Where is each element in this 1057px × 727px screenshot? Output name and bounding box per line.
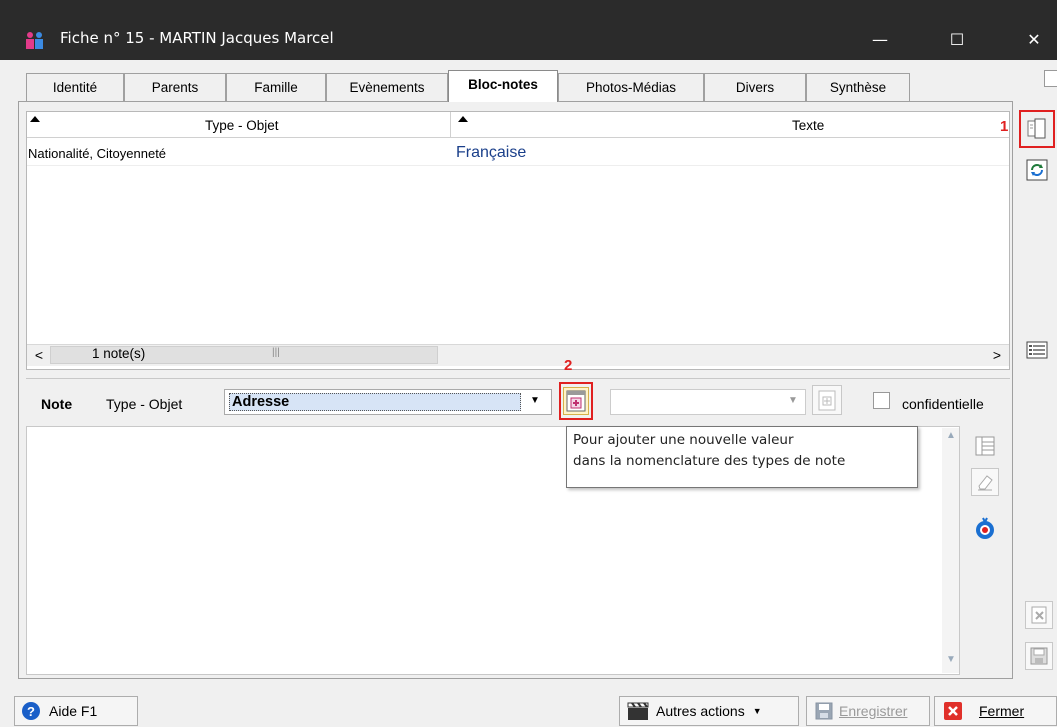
section-divider [26, 378, 1010, 379]
clapperboard-icon [627, 702, 649, 720]
close-icon [944, 702, 962, 720]
annotation-1: 1 [1000, 118, 1009, 135]
other-actions-button[interactable]: Autres actions ▼ [619, 696, 799, 726]
tooltip-line-1: Pour ajouter une nouvelle valeur [573, 432, 794, 448]
help-icon: ? [22, 702, 40, 720]
type-objet-label: Type - Objet [106, 396, 183, 412]
tooltip-line-2: dans la nomenclature des types de note [573, 453, 846, 469]
scroll-right-icon[interactable]: > [988, 347, 1006, 363]
chevron-down-icon: ▼ [752, 706, 762, 716]
save-button-label: Enregistrer [839, 703, 908, 719]
column-header-type[interactable]: Type - Objet [205, 118, 279, 133]
help-button-label: Aide F1 [49, 703, 98, 719]
window-title: Fiche n° 15 - MARTIN Jacques Marcel [60, 29, 334, 47]
vertical-scrollbar[interactable] [942, 428, 959, 673]
new-note-button[interactable] [1023, 115, 1051, 143]
row-separator [27, 165, 1009, 166]
add-value-button-disabled[interactable] [812, 385, 842, 415]
note-label: Note [41, 396, 73, 412]
save-button[interactable]: Enregistrer [806, 696, 930, 726]
add-to-list-icon [566, 390, 586, 412]
save-note-button[interactable] [1025, 642, 1053, 670]
row-type-cell[interactable]: Nationalité, Citoyenneté [28, 146, 166, 161]
add-to-list-icon [818, 390, 836, 411]
people-icon [26, 32, 43, 49]
dropdown-arrow-icon[interactable]: ▼ [788, 395, 798, 406]
minimize-button[interactable]: — [857, 20, 903, 60]
spellcheck-icon [976, 517, 994, 539]
scroll-left-icon[interactable]: < [30, 347, 48, 363]
top-right-checkbox[interactable] [1044, 70, 1057, 87]
tab-bloc-notes[interactable]: Bloc-notes [448, 70, 558, 102]
svg-text:?: ? [27, 704, 35, 719]
floppy-disk-icon [815, 702, 833, 720]
confidential-label: confidentielle [902, 396, 984, 412]
refresh-button[interactable] [1023, 156, 1051, 184]
scroll-up-icon[interactable]: ▲ [943, 430, 959, 446]
note-list-button[interactable] [971, 432, 999, 460]
annotation-2: 2 [564, 357, 573, 374]
column-header-texte[interactable]: Texte [792, 118, 824, 133]
new-document-icon [1027, 118, 1046, 139]
tab-photos-medias[interactable]: Photos-Médias [558, 73, 704, 101]
secondary-select[interactable] [610, 389, 806, 415]
list-view-button[interactable] [1023, 336, 1051, 364]
sort-ascending-icon[interactable] [458, 116, 468, 122]
grid-header [27, 112, 1009, 138]
refresh-icon [1026, 159, 1048, 181]
header-divider [450, 112, 451, 138]
spellcheck-button[interactable] [971, 514, 999, 542]
close-button-label: Fermer [979, 703, 1025, 719]
type-objet-value[interactable]: Adresse [229, 393, 521, 411]
maximize-button[interactable]: ☐ [934, 20, 980, 60]
dropdown-arrow-icon[interactable]: ▼ [530, 395, 540, 406]
delete-document-icon [1031, 606, 1047, 624]
tab-famille[interactable]: Famille [226, 73, 326, 101]
tab-evenements[interactable]: Evènements [326, 73, 448, 101]
floppy-disk-icon [1030, 647, 1048, 665]
delete-note-button[interactable] [1025, 601, 1053, 629]
tab-parents[interactable]: Parents [124, 73, 226, 101]
list-icon [1026, 341, 1048, 359]
sort-ascending-icon[interactable] [30, 116, 40, 122]
erase-button[interactable] [971, 468, 999, 496]
close-button[interactable]: Fermer [934, 696, 1057, 726]
row-text-cell[interactable]: Française [456, 144, 526, 162]
eraser-icon [978, 475, 993, 491]
scroll-down-icon[interactable]: ▼ [943, 654, 959, 670]
tab-identite[interactable]: Identité [26, 73, 124, 101]
tab-divers[interactable]: Divers [704, 73, 806, 101]
table-icon [975, 436, 995, 456]
tab-synthese[interactable]: Synthèse [806, 73, 910, 101]
help-button[interactable]: ? Aide F1 [14, 696, 138, 726]
note-count: 1 note(s) [92, 346, 146, 361]
other-actions-label: Autres actions [656, 703, 745, 719]
tooltip: Pour ajouter une nouvelle valeur dans la… [566, 426, 918, 488]
scroll-grip: ||| [272, 347, 280, 358]
confidential-checkbox[interactable] [873, 392, 890, 409]
close-window-button[interactable]: ✕ [1011, 20, 1057, 60]
add-note-type-button[interactable] [563, 387, 589, 415]
